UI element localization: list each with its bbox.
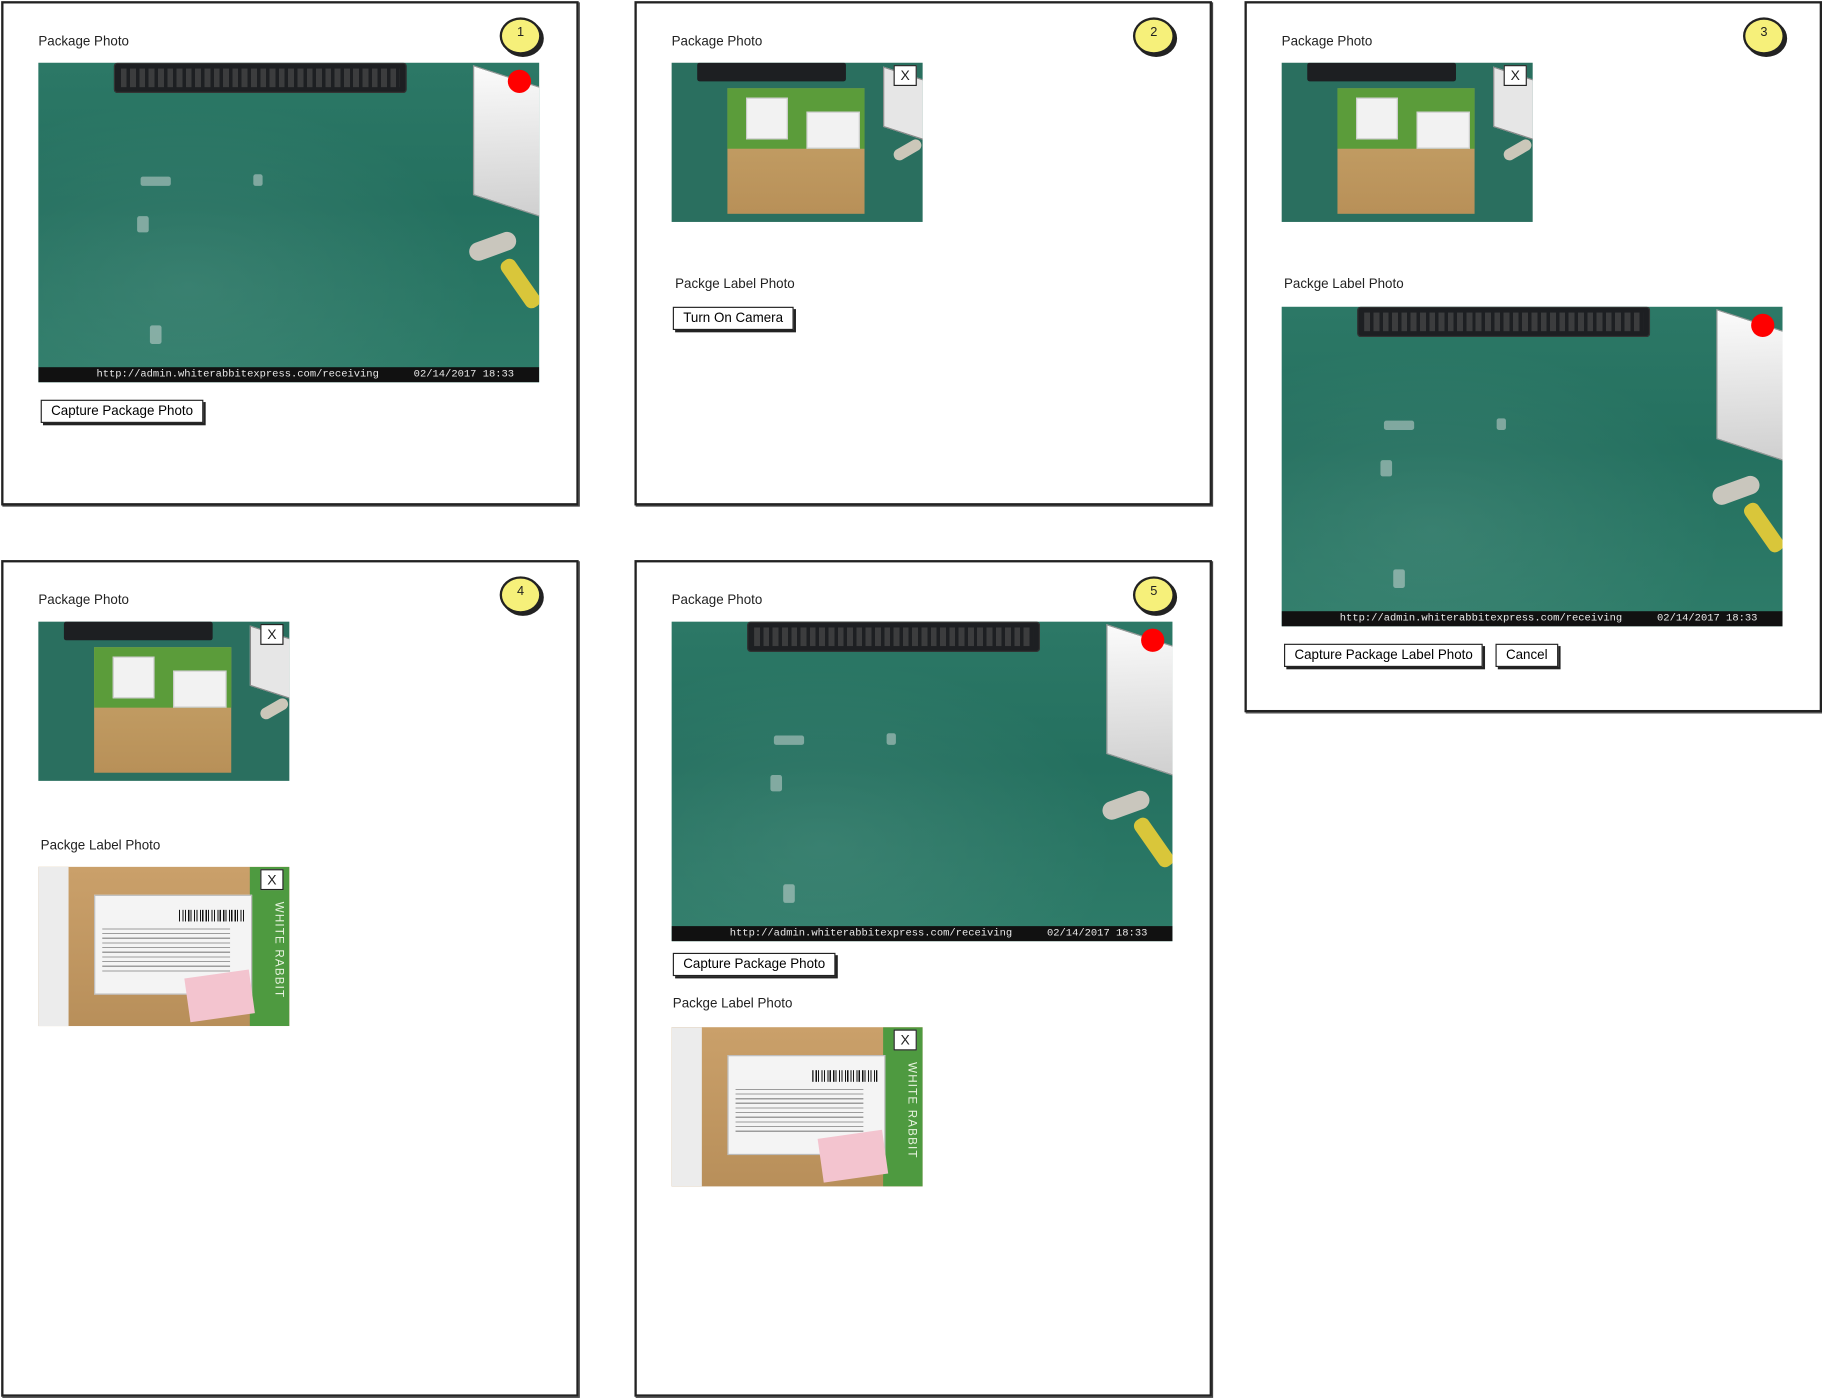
step-badge: 5 [1132,576,1175,614]
mat-mark [1380,460,1393,477]
mat-mark [1496,418,1506,430]
camera-info-bar: http://admin.whiterabbitexpress.com/rece… [38,367,540,383]
remove-package-photo-button[interactable]: X [260,623,284,645]
package-photo-label: Package Photo [671,593,763,608]
label-photo-label: Packge Label Photo [672,996,793,1011]
package-photo-thumbnail: X [38,621,290,781]
scanner-in-view [891,137,923,163]
capture-package-label-photo-button[interactable]: Capture Package Label Photo [1284,643,1484,667]
device-in-view [472,64,540,219]
camera-info-bar: http://admin.whiterabbitexpress.com/rece… [671,926,1173,942]
label-text-lines [735,1088,864,1136]
label-side-strip [38,866,69,1027]
step-badge: 3 [1742,17,1785,55]
scanner-in-view [1501,137,1533,163]
package-photo-label: Package Photo [1281,34,1373,49]
mat-mark [773,735,805,745]
package-box [1337,88,1475,214]
label-barcode [178,909,245,922]
keyboard-in-view [1307,62,1456,82]
mat-mark [253,174,263,186]
box-print-text: WHITE RABBIT [905,1062,918,1159]
cable-in-view [497,256,540,312]
shipping-label [1416,111,1470,149]
capture-package-photo-button[interactable]: Capture Package Photo [672,952,836,977]
shipping-label [112,656,155,699]
mat-mark [886,733,896,745]
screen-2-panel: 2 Package Photo X Packge Label Photo Tur… [634,1,1212,506]
screen-3-panel: 3 Package Photo X Packge Label Photo htt… [1244,1,1822,713]
package-photo-label: Package Photo [671,34,763,49]
package-photo-label: Package Photo [38,593,130,608]
scanner-in-view [258,696,290,722]
turn-on-camera-button[interactable]: Turn On Camera [672,306,794,331]
pink-sticker [184,969,255,1023]
camera-info-bar: http://admin.whiterabbitexpress.com/rece… [1281,611,1783,627]
screen-1-panel: 1 Package Photo http://admin.whiterabbit… [1,1,579,506]
screen-5-panel: 5 Package Photo http://admin.whiterabbit… [634,560,1212,1397]
keyboard-in-view [113,62,407,93]
package-photo-thumbnail: X [671,62,923,222]
mat-mark [783,884,795,903]
package-photo-label: Package Photo [38,34,130,49]
cable-in-view [1741,500,1783,556]
device-in-view [1106,623,1173,778]
camera-timestamp: 02/14/2017 18:33 [413,368,515,380]
live-camera-view: http://admin.whiterabbitexpress.com/rece… [1281,306,1783,627]
camera-timestamp: 02/14/2017 18:33 [1657,612,1758,624]
screen-4-panel: 4 Package Photo X Packge Label Photo WHI… [1,560,579,1397]
cable-in-view [1131,814,1173,870]
remove-package-photo-button[interactable]: X [1503,65,1527,86]
device-in-view [1716,309,1783,463]
label-photo-thumbnail: WHITE RABBIT X [38,866,290,1027]
mat-mark [149,325,162,344]
package-box [727,88,865,214]
label-barcode [812,1070,878,1082]
shipping-label [806,111,860,149]
pink-sticker [817,1129,889,1183]
keyboard-in-view [697,62,846,82]
cancel-button[interactable]: Cancel [1495,643,1559,667]
keyboard-in-view [63,621,213,641]
package-box [94,647,232,773]
remove-label-photo-button[interactable]: X [260,869,284,891]
recording-indicator-icon [1751,313,1775,337]
shipping-label [746,97,788,140]
step-badge: 4 [499,576,542,614]
remove-label-photo-button[interactable]: X [893,1029,917,1051]
mat-mark [137,216,149,233]
mat-mark [770,775,783,792]
camera-timestamp: 02/14/2017 18:33 [1046,927,1148,939]
label-photo-label: Packge Label Photo [675,277,795,292]
keyboard-in-view [1357,306,1651,337]
live-camera-view: http://admin.whiterabbitexpress.com/rece… [671,621,1173,942]
label-photo-thumbnail: WHITE RABBIT X [671,1027,923,1187]
camera-url: http://admin.whiterabbitexpress.com/rece… [729,927,1013,939]
label-side-strip [671,1027,702,1187]
package-photo-thumbnail: X [1281,62,1533,222]
live-camera-view: http://admin.whiterabbitexpress.com/rece… [38,62,540,383]
mat-mark [140,176,171,186]
label-photo-label: Packge Label Photo [40,838,161,853]
label-text-lines [102,928,231,975]
camera-url: http://admin.whiterabbitexpress.com/rece… [1339,612,1623,624]
box-print-text: WHITE RABBIT [271,901,285,999]
remove-package-photo-button[interactable]: X [893,65,917,86]
label-photo-label: Packge Label Photo [1284,277,1404,292]
recording-indicator-icon [1141,628,1165,652]
step-badge: 1 [499,17,542,55]
mat-mark [1393,569,1405,588]
camera-url: http://admin.whiterabbitexpress.com/rece… [96,368,379,380]
keyboard-in-view [747,621,1040,652]
step-badge: 2 [1132,17,1175,55]
capture-package-photo-button[interactable]: Capture Package Photo [40,399,204,423]
shipping-label [1356,97,1398,140]
recording-indicator-icon [507,69,532,93]
shipping-label [173,670,227,708]
mat-mark [1383,420,1415,430]
